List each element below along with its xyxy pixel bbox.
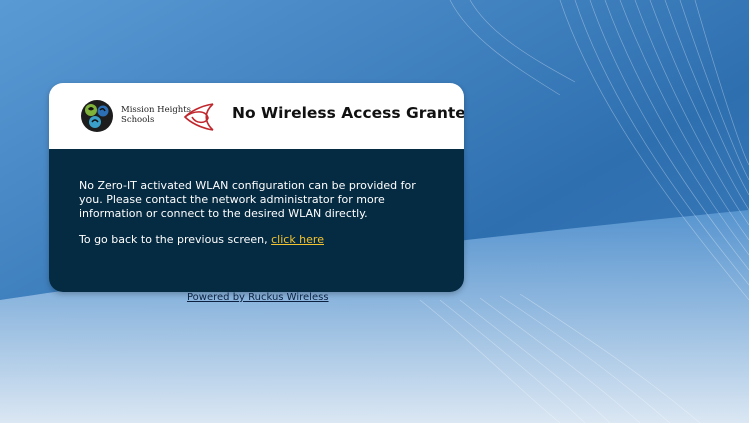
access-denied-panel: Mission Heights Schools No Wireless Acce… (49, 83, 464, 292)
error-message: No Zero-IT activated WLAN configuration … (79, 179, 416, 220)
click-here-link[interactable]: click here (271, 233, 324, 246)
page-title: No Wireless Access Granted (232, 104, 464, 122)
back-instruction: To go back to the previous screen, click… (79, 233, 434, 247)
school-name: Mission Heights Schools (121, 105, 191, 125)
panel-body: No Zero-IT activated WLAN configuration … (49, 149, 464, 292)
school-name-line2: Schools (121, 115, 155, 125)
panel-header: Mission Heights Schools No Wireless Acce… (49, 83, 464, 149)
school-logo-icon (81, 100, 113, 132)
school-name-line1: Mission Heights (121, 105, 192, 115)
back-instruction-text: To go back to the previous screen, (79, 233, 272, 246)
triquetra-icon (183, 103, 214, 131)
powered-by-link[interactable]: Powered by Ruckus Wireless (187, 292, 329, 303)
